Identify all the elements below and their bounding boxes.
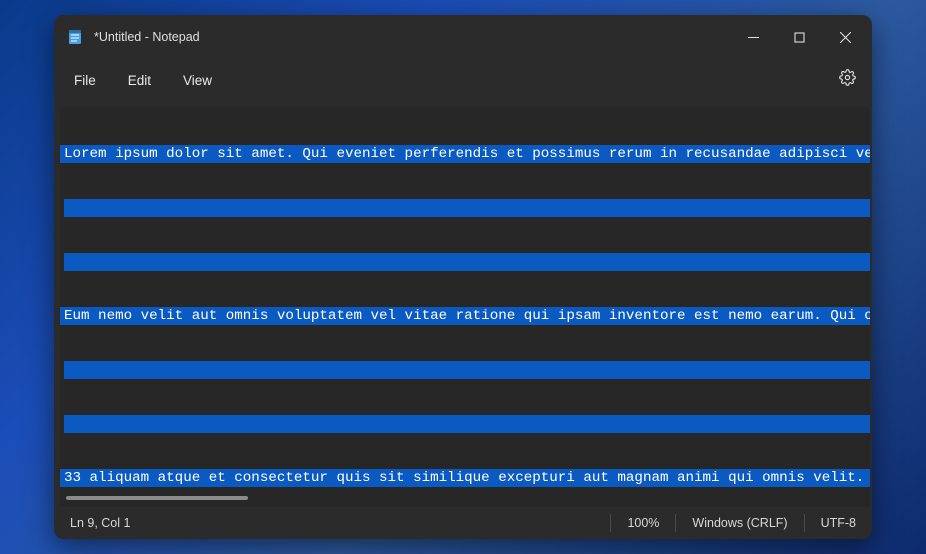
maximize-button[interactable] [776,15,822,59]
text-line: Eum nemo velit aut omnis voluptatem vel … [60,307,870,325]
status-zoom: 100% [611,513,675,533]
menu-file[interactable]: File [62,67,108,94]
text-line: 33 aliquam atque et consectetur quis sit… [60,469,870,487]
text-line [64,253,870,271]
horizontal-scrollbar[interactable] [60,493,870,505]
minimize-button[interactable] [730,15,776,59]
text-line [64,415,870,433]
notepad-icon [66,28,84,46]
text-line [64,199,870,217]
window-title: *Untitled - Notepad [94,30,200,44]
text-line: Lorem ipsum dolor sit amet. Qui eveniet … [60,145,870,163]
statusbar: Ln 9, Col 1 100% Windows (CRLF) UTF-8 [54,507,872,539]
gear-icon [839,69,856,91]
window-controls [730,15,868,59]
scroll-thumb[interactable] [66,496,248,500]
close-button[interactable] [822,15,868,59]
text-line [64,361,870,379]
menubar: File Edit View [54,59,872,101]
titlebar[interactable]: *Untitled - Notepad [54,15,872,59]
status-line-ending: Windows (CRLF) [676,513,803,533]
notepad-window: *Untitled - Notepad File Edit View Lorem… [54,15,872,539]
settings-button[interactable] [830,63,864,97]
menu-view[interactable]: View [171,67,224,94]
editor-area: Lorem ipsum dolor sit amet. Qui eveniet … [60,107,870,507]
status-position: Ln 9, Col 1 [54,513,146,533]
menu-edit[interactable]: Edit [116,67,163,94]
text-editor[interactable]: Lorem ipsum dolor sit amet. Qui eveniet … [60,107,870,493]
status-encoding: UTF-8 [805,513,872,533]
